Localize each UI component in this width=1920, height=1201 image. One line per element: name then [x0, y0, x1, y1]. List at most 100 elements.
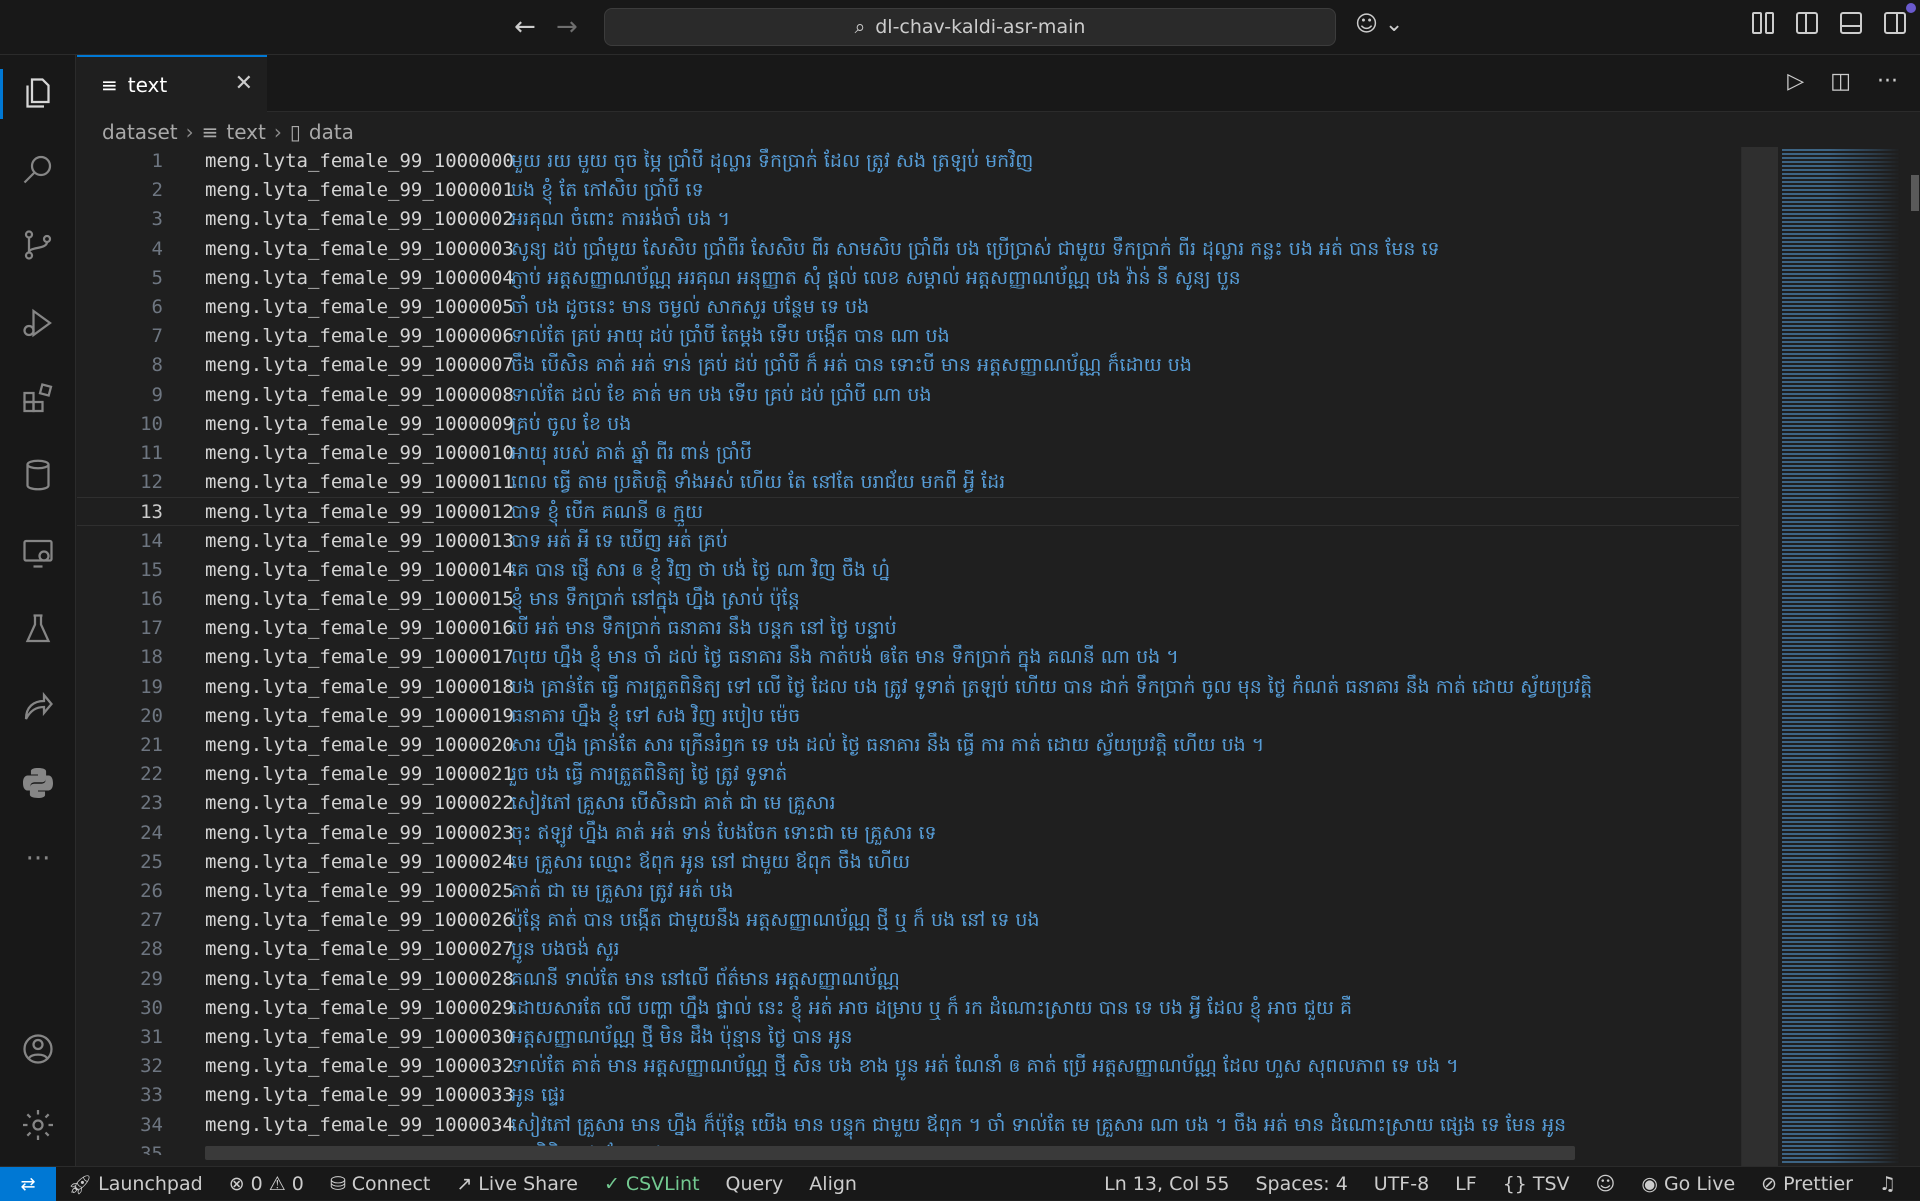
query-item[interactable]: Query [726, 1173, 784, 1195]
transcript-text[interactable]: ប៉ុន្តែ គាត់ បាន បង្កើត ជាមួយនឹង អត្តសញ្… [511, 906, 1040, 935]
code-line[interactable]: 9 meng.lyta_female_99_1000008 ទាល់តែ ដល់ ខ… [77, 381, 1739, 410]
transcript-text[interactable]: សៀវភៅ គ្រួសារ បើសិនជា គាត់ ជា មេ គ្រួសារ [511, 789, 836, 818]
split-editor-icon[interactable]: ◫ [1830, 69, 1851, 94]
utterance-id[interactable]: meng.lyta_female_99_1000001 [205, 176, 514, 205]
utterance-id[interactable]: meng.lyta_female_99_1000003 [205, 235, 514, 264]
code-line[interactable]: 23 meng.lyta_female_99_1000022 សៀវភៅ គ្រួស… [77, 789, 1739, 818]
code-line[interactable]: 19 meng.lyta_female_99_1000018 បង គ្រាន់តែ… [77, 673, 1739, 702]
transcript-text[interactable]: សៀវភៅ គ្រួសារ មាន ហ្នឹង ក៏ប៉ុន្តែ យើង មា… [511, 1111, 1566, 1140]
code-line[interactable]: 5 meng.lyta_female_99_1000004 ភ្ញាប់ អត្តស… [77, 264, 1739, 293]
transcript-text[interactable]: បាទ អត់ អី ទេ ឃើញ អត់ គ្រប់ [511, 527, 728, 556]
utterance-id[interactable]: meng.lyta_female_99_1000013 [205, 527, 514, 556]
transcript-text[interactable]: គេ បាន ផ្ញើ សារ ឲ ខ្ញុំ វិញ ថា បង់ ថ្ងៃ … [511, 556, 890, 585]
transcript-text[interactable]: លុយ ហ្នឹង ខ្ញុំ មាន ចាំ ដល់ ថ្ងៃ ធនាគារ … [511, 643, 1179, 672]
toggle-primary-sidebar-icon[interactable] [1796, 12, 1818, 34]
utterance-id[interactable]: meng.lyta_female_99_1000024 [205, 848, 514, 877]
problems-item[interactable]: ⊗ 0 ⚠ 0 [229, 1173, 304, 1195]
toggle-secondary-sidebar-icon[interactable] [1884, 12, 1906, 34]
code-line[interactable]: 22 meng.lyta_female_99_1000021 រួច បង ធ្វើ… [77, 760, 1739, 789]
utterance-id[interactable]: meng.lyta_female_99_1000004 [205, 264, 514, 293]
transcript-text[interactable]: បង ខ្ញុំ តែ កៅសិប ប្រាំបី ទេ [511, 176, 704, 205]
cursor-position[interactable]: Ln 13, Col 55 [1104, 1173, 1229, 1195]
utterance-id[interactable]: meng.lyta_female_99_1000017 [205, 643, 514, 672]
breadcrumb-item[interactable]: data [309, 120, 354, 144]
utterance-id[interactable]: meng.lyta_female_99_1000022 [205, 789, 514, 818]
copilot-icon[interactable]: ☺ ⌄ [1355, 12, 1403, 37]
remote-indicator-icon[interactable]: ⇄ [0, 1167, 56, 1201]
code-line[interactable]: 2 meng.lyta_female_99_1000001 បង ខ្ញុំ តែ … [77, 176, 1739, 205]
code-line[interactable]: 15 meng.lyta_female_99_1000014 គេ បាន ផ្ញើ… [77, 556, 1739, 585]
code-editor[interactable]: 1 meng.lyta_female_99_1000000 មួយ រយ មួយ ច… [77, 147, 1739, 1155]
transcript-text[interactable]: ដោយសារតែ លើ បញ្ហា ហ្នឹង ផ្ទាល់ នេះ ខ្ញុំ… [511, 994, 1352, 1023]
customize-layout-icon[interactable] [1752, 12, 1774, 34]
testing-icon[interactable] [18, 609, 58, 649]
live-share-item[interactable]: ↗ Live Share [456, 1173, 578, 1195]
code-line[interactable]: 30 meng.lyta_female_99_1000029 ដោយសារតែ លើ… [77, 994, 1739, 1023]
code-line[interactable]: 4 meng.lyta_female_99_1000003 សូន្យ ដប់ ប្… [77, 235, 1739, 264]
go-live-item[interactable]: ◉ Go Live [1641, 1173, 1735, 1195]
live-share-icon[interactable] [18, 687, 58, 727]
transcript-text[interactable]: ចាំ បង ដូចនេះ មាន ចម្ងល់ សាកសួរ បន្ថែម ទ… [511, 293, 869, 322]
transcript-text[interactable]: មេ គ្រួសារ ឈ្មោះ ឪពុក អូន នៅ ជាមួយ ឪពុក … [511, 848, 910, 877]
transcript-text[interactable]: គាត់ ជា មេ គ្រួសារ ត្រូវ អត់ បង [511, 877, 733, 906]
code-line[interactable]: 10 meng.lyta_female_99_1000009 គ្រប់ ចូល ខ… [77, 410, 1739, 439]
utterance-id[interactable]: meng.lyta_female_99_1000021 [205, 760, 514, 789]
code-line[interactable]: 1 meng.lyta_female_99_1000000 មួយ រយ មួយ ច… [77, 147, 1739, 176]
prettier-item[interactable]: ⊘ Prettier [1761, 1173, 1853, 1195]
utterance-id[interactable]: meng.lyta_female_99_1000026 [205, 906, 514, 935]
connect-item[interactable]: ⛁ Connect [330, 1173, 430, 1195]
launchpad-item[interactable]: 🚀︎ Launchpad [68, 1173, 203, 1196]
vertical-scrollbar[interactable] [1911, 175, 1919, 211]
transcript-text[interactable]: រួច បង ធ្វើ ការត្រួតពិនិត្យ ថ្ងៃ ត្រូវ ទ… [511, 760, 787, 789]
more-icon[interactable]: ··· [18, 839, 58, 879]
transcript-text[interactable]: ធនាគារ ហ្នឹង ខ្ញុំ ទៅ សង វិញ របៀប ម៉េច [511, 702, 800, 731]
python-icon[interactable] [18, 763, 58, 803]
code-line[interactable]: 32 meng.lyta_female_99_1000032 ទាល់តែ គាត់… [77, 1052, 1739, 1081]
code-line[interactable]: 34 meng.lyta_female_99_1000034 សៀវភៅ គ្រួស… [77, 1111, 1739, 1140]
code-line[interactable]: 26 meng.lyta_female_99_1000025 គាត់ ជា មេ … [77, 877, 1739, 906]
transcript-text[interactable]: គ្រប់ ចូល ខែ បង [511, 410, 631, 439]
code-line[interactable]: 20 meng.lyta_female_99_1000019 ធនាគារ ហ្នឹ… [77, 702, 1739, 731]
breadcrumb-item[interactable]: text [226, 120, 265, 144]
code-line[interactable]: 14 meng.lyta_female_99_1000013 បាទ អត់ អី … [77, 527, 1739, 556]
language-mode[interactable]: {} TSV [1503, 1173, 1570, 1195]
accounts-icon[interactable] [18, 1029, 58, 1069]
run-icon[interactable]: ▷ [1787, 69, 1804, 94]
end-of-line[interactable]: LF [1455, 1173, 1477, 1195]
transcript-text[interactable]: ទាល់តែ គ្រប់ អាយុ ដប់ ប្រាំបី តែម្តង ទើប… [511, 322, 950, 351]
transcript-text[interactable]: សារ ហ្នឹង គ្រាន់តែ សារ ក្រើនរំឭក ទេ បង ដ… [511, 731, 1264, 760]
transcript-text[interactable]: អរគុណ ចំពោះ ការរង់ចាំ បង ។ [511, 205, 730, 234]
command-center-search[interactable]: ⌕ dl-chav-kaldi-asr-main [604, 8, 1336, 46]
minimap-slider[interactable] [1742, 147, 1778, 1166]
explorer-icon[interactable] [18, 73, 58, 113]
extensions-icon[interactable] [18, 379, 58, 419]
toggle-panel-icon[interactable] [1840, 12, 1862, 34]
more-actions-icon[interactable]: ··· [1877, 69, 1898, 94]
code-line[interactable]: 21 meng.lyta_female_99_1000020 សារ ហ្នឹង គ… [77, 731, 1739, 760]
utterance-id[interactable]: meng.lyta_female_99_1000000 [205, 147, 514, 176]
utterance-id[interactable]: meng.lyta_female_99_1000027 [205, 935, 514, 964]
transcript-text[interactable]: ពេល ធ្វើ តាម ប្រតិបត្តិ ទាំងអស់ ហើយ តែ ន… [511, 468, 1005, 497]
code-line[interactable]: 33 meng.lyta_female_99_1000033 អូន ផ្ទេរ [77, 1081, 1739, 1110]
code-line[interactable]: 17 meng.lyta_female_99_1000016 បើ អត់ មាន … [77, 614, 1739, 643]
utterance-id[interactable]: meng.lyta_female_99_1000032 [205, 1052, 514, 1081]
copilot-status-icon[interactable]: ☺ [1596, 1173, 1616, 1195]
utterance-id[interactable]: meng.lyta_female_99_1000014 [205, 556, 514, 585]
code-line[interactable]: 16 meng.lyta_female_99_1000015 ខ្ញុំ មាន ទ… [77, 585, 1739, 614]
forward-arrow-icon[interactable]: → [556, 12, 578, 42]
transcript-text[interactable]: ទាល់តែ ដល់ ខែ គាត់ មក បង ទើប គ្រប់ ដប់ ប… [511, 381, 932, 410]
transcript-text[interactable]: មួយ រយ មួយ ចុច ម្ភៃ ប្រាំបី ដុល្លារ ទឹកប… [511, 147, 1033, 176]
utterance-id[interactable]: meng.lyta_female_99_1000009 [205, 410, 514, 439]
code-line[interactable]: 31 meng.lyta_female_99_1000030 អត្តសញ្ញាណប… [77, 1023, 1739, 1052]
utterance-id[interactable]: meng.lyta_female_99_1000020 [205, 731, 514, 760]
tab-text[interactable]: ≡ text ✕ [77, 55, 267, 112]
code-line[interactable]: 27 meng.lyta_female_99_1000026 ប៉ុន្តែ គាត… [77, 906, 1739, 935]
utterance-id[interactable]: meng.lyta_female_99_1000030 [205, 1023, 514, 1052]
utterance-id[interactable]: meng.lyta_female_99_1000034 [205, 1111, 514, 1140]
search-icon[interactable] [18, 149, 58, 189]
minimap[interactable] [1741, 147, 1919, 1166]
transcript-text[interactable]: ចឹង បើសិន គាត់ អត់ ទាន់ គ្រប់ ដប់ ប្រាំប… [511, 351, 1192, 380]
transcript-text[interactable]: ខ្ញុំ មាន ទឹកប្រាក់ នៅក្នុង ហ្នឹង ស្រាប់… [511, 585, 800, 614]
transcript-text[interactable]: ប្អូន បងចង់ សួរ [511, 935, 620, 964]
transcript-text[interactable]: បង គ្រាន់តែ ធ្វើ ការត្រួតពិនិត្យ ទៅ លើ ថ… [511, 673, 1592, 702]
